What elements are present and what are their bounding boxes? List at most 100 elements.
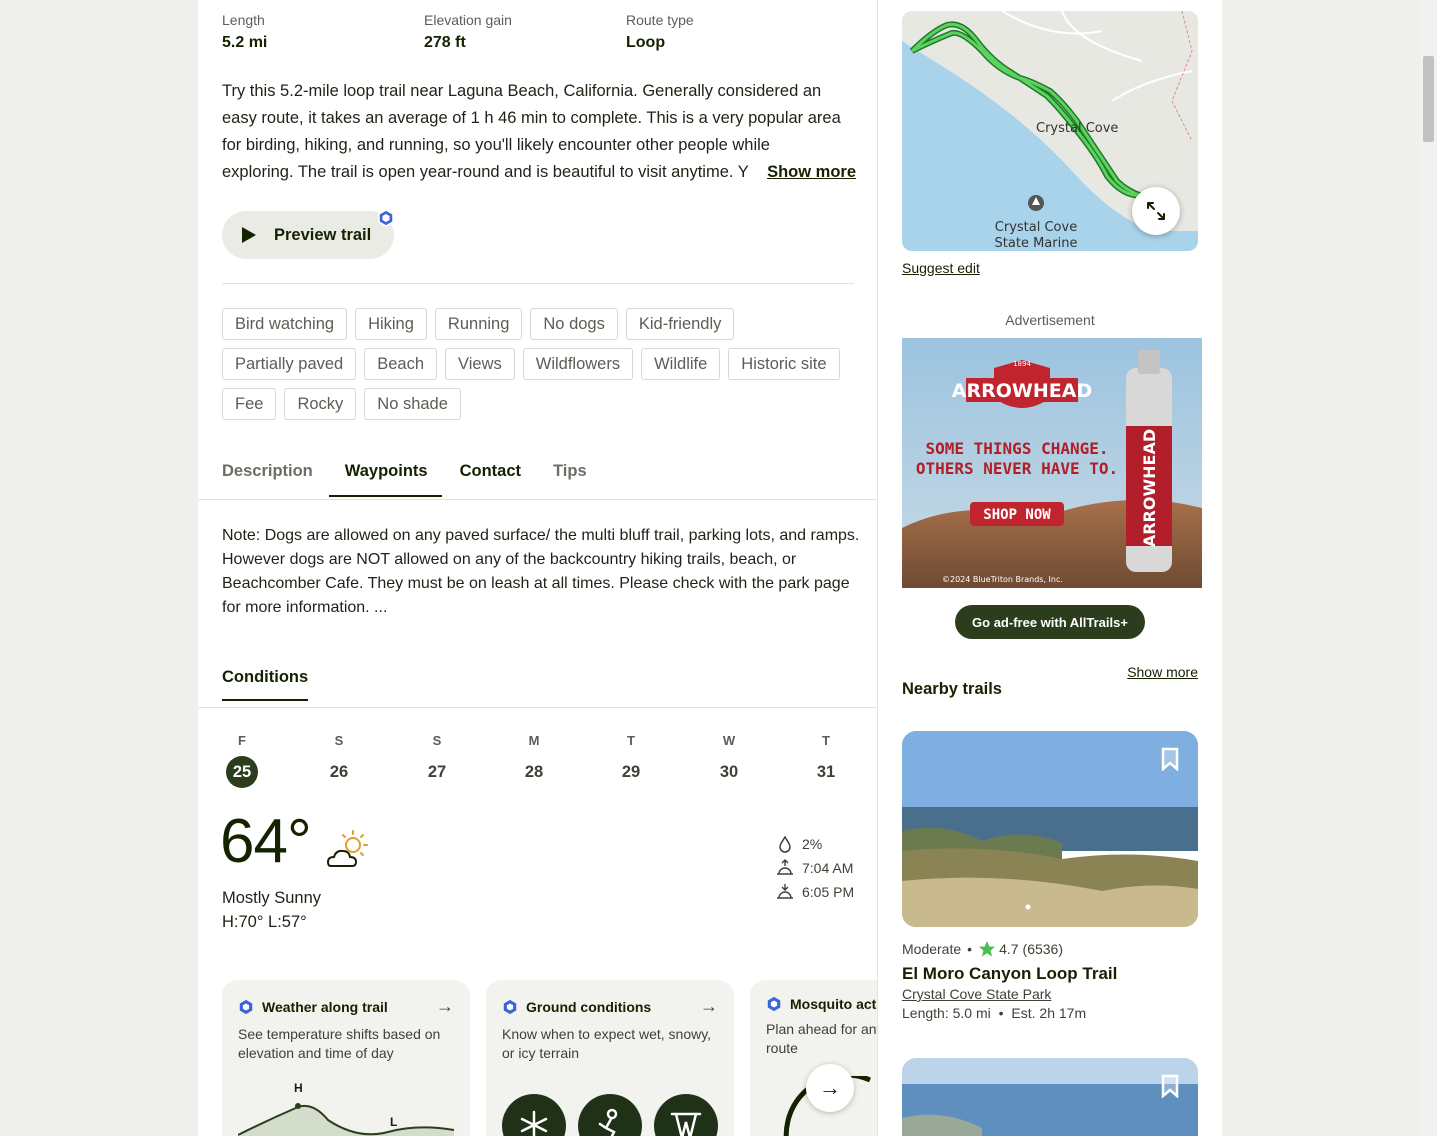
divider xyxy=(222,283,854,284)
card-description: Know when to expect wet, snowy, or icy t… xyxy=(502,1026,712,1061)
trail-length: Length: 5.0 mi xyxy=(902,1005,991,1021)
day-number: 25 xyxy=(226,756,258,788)
tag[interactable]: No shade xyxy=(364,388,461,420)
ad-brand: ARROWHEAD xyxy=(952,380,1092,402)
trail-name[interactable]: El Moro Canyon Loop Trail xyxy=(902,964,1117,984)
arrow-right-icon: → xyxy=(700,996,718,1016)
day-selector[interactable]: T 29 xyxy=(611,733,651,788)
conditions-tab[interactable]: Conditions xyxy=(222,668,309,701)
trail-park-link[interactable]: Crystal Cove State Park xyxy=(902,986,1051,1002)
day-number: 31 xyxy=(816,763,836,781)
day-number: 27 xyxy=(427,763,447,781)
trail-review-count: (6536) xyxy=(1022,941,1063,957)
condition-cards: Weather along trail → See temperature sh… xyxy=(222,980,878,1136)
day-letter: S xyxy=(432,733,442,748)
tag[interactable]: Bird watching xyxy=(222,308,348,340)
separator-dot: • xyxy=(967,941,973,957)
precipitation-value: 2% xyxy=(802,836,823,852)
trail-note: Note: Dogs are allowed on any paved surf… xyxy=(222,527,860,616)
tag[interactable]: Historic site xyxy=(728,348,840,380)
card-title: Ground conditions xyxy=(526,998,652,1015)
trail-map[interactable]: Crystal Cove Crystal Cove State Marine xyxy=(902,11,1198,251)
trail-meta: Moderate • 4.7 (6536) xyxy=(902,940,1063,958)
sunset-time: 6:05 PM xyxy=(802,884,855,900)
trail-length-time: Length: 5.0 mi • Est. 2h 17m xyxy=(902,1005,1086,1021)
tag[interactable]: Rocky xyxy=(284,388,357,420)
advertisement-banner[interactable]: 1894 ARROWHEAD SOME THINGS CHANGE. OTHER… xyxy=(902,338,1202,588)
high-low-temperature: H:70° L:57° xyxy=(222,913,307,931)
day-number: 28 xyxy=(524,763,544,781)
sunrise-time: 7:04 AM xyxy=(802,860,854,876)
go-ad-free-button[interactable]: Go ad-free with AllTrails+ xyxy=(955,605,1145,639)
suggest-edit-link[interactable]: Suggest edit xyxy=(902,260,980,276)
tag[interactable]: Wildflowers xyxy=(522,348,634,380)
weather-stats: 2% 7:04 AM 6:05 PM xyxy=(776,832,854,904)
trail-difficulty: Moderate xyxy=(902,941,962,957)
tab-tips[interactable]: Tips xyxy=(553,452,587,497)
raindrop-icon xyxy=(779,835,791,853)
mosquito-activity-card[interactable]: Mosquito activity Plan ahead for any bug… xyxy=(750,980,878,1136)
day-selector[interactable]: W 30 xyxy=(709,733,749,788)
expand-map-button[interactable] xyxy=(1132,187,1180,235)
stat-label: Length xyxy=(222,12,265,28)
sunrise-icon xyxy=(777,859,793,875)
current-temperature: 64° xyxy=(220,807,312,876)
tab-waypoints[interactable]: Waypoints xyxy=(328,452,442,497)
trail-photo[interactable] xyxy=(902,1058,1198,1136)
main-column: Length 5.2 mi Elevation gain 278 ft Rout… xyxy=(198,0,878,1136)
ad-headline-2: OTHERS NEVER HAVE TO. xyxy=(916,459,1118,478)
page-scrollbar[interactable] xyxy=(1420,0,1437,1136)
tag[interactable]: Partially paved xyxy=(222,348,357,380)
preview-trail-button[interactable]: Preview trail xyxy=(222,211,394,259)
ad-copyright: ©2024 BlueTriton Brands, Inc. xyxy=(942,575,1063,584)
tab-description[interactable]: Description xyxy=(222,452,313,497)
day-selector[interactable]: S 26 xyxy=(319,733,359,788)
scrollbar-thumb[interactable] xyxy=(1423,56,1434,142)
day-selector[interactable]: M 28 xyxy=(514,733,554,788)
cards-next-button[interactable]: → xyxy=(806,1064,854,1112)
tab-contact[interactable]: Contact xyxy=(460,452,521,497)
weather-along-trail-card[interactable]: Weather along trail → See temperature sh… xyxy=(222,980,470,1136)
card-title: Mosquito activity xyxy=(790,996,878,1012)
day-number: 29 xyxy=(621,763,641,781)
trail-tabs: Description Waypoints Contact Tips xyxy=(222,452,619,497)
ad-headline-1: SOME THINGS CHANGE. xyxy=(925,439,1108,458)
expand-icon xyxy=(1147,202,1165,220)
tag[interactable]: Hiking xyxy=(355,308,427,340)
play-icon xyxy=(242,227,256,243)
plus-badge-icon xyxy=(503,999,517,1014)
chart-low-label: L xyxy=(390,1115,397,1129)
map-label-park: Crystal Cove xyxy=(995,220,1077,235)
tag[interactable]: Running xyxy=(434,308,523,340)
bookmark-icon[interactable] xyxy=(1160,747,1180,771)
bookmark-icon[interactable] xyxy=(1160,1074,1180,1098)
tabs-divider xyxy=(198,499,877,500)
stat-label: Elevation gain xyxy=(424,12,512,28)
stat-route-type: Route type Loop xyxy=(626,12,694,52)
tag[interactable]: Fee xyxy=(222,388,277,420)
card-header: Ground conditions → xyxy=(502,996,718,1017)
description-show-more-link[interactable]: Show more xyxy=(759,159,856,186)
trail-photo-image xyxy=(902,1058,1198,1136)
star-icon xyxy=(979,941,996,957)
sunset-row: 6:05 PM xyxy=(776,880,854,904)
trail-photo[interactable] xyxy=(902,731,1198,927)
stat-elevation: Elevation gain 278 ft xyxy=(424,12,512,52)
partly-sunny-icon xyxy=(326,830,368,867)
tag-row: Fee Rocky No shade xyxy=(222,388,862,420)
tag[interactable]: Beach xyxy=(364,348,438,380)
tag[interactable]: Wildlife xyxy=(641,348,721,380)
nearby-trails-heading: Nearby trails xyxy=(902,680,1002,698)
nearby-show-more-link[interactable]: Show more xyxy=(1127,664,1198,680)
day-selector[interactable]: S 27 xyxy=(417,733,457,788)
tag[interactable]: Views xyxy=(445,348,515,380)
card-header: Mosquito activity xyxy=(766,996,878,1012)
tag[interactable]: No dogs xyxy=(530,308,618,340)
weather-summary: Mostly Sunny H:70° L:57° xyxy=(222,886,321,934)
day-selector[interactable]: F 25 xyxy=(222,733,262,788)
day-selector[interactable]: T 31 xyxy=(806,733,846,788)
sidebar: Crystal Cove Crystal Cove State Marine S… xyxy=(878,0,1222,1136)
tag[interactable]: Kid-friendly xyxy=(625,308,735,340)
day-letter: T xyxy=(822,733,830,748)
ground-conditions-card[interactable]: Ground conditions → Know when to expect … xyxy=(486,980,734,1136)
